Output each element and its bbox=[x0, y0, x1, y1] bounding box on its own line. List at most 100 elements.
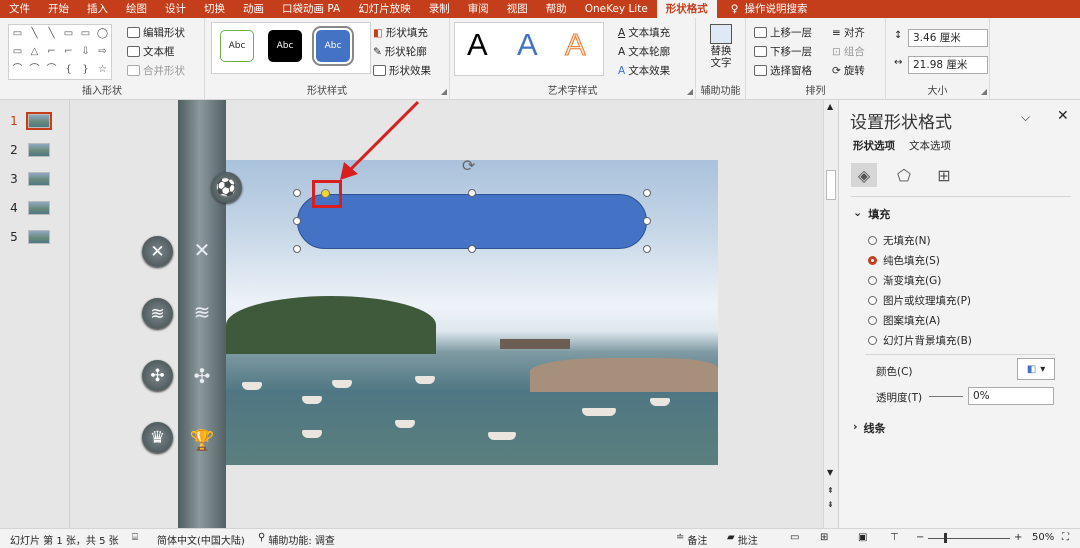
shape-item[interactable]: ⇨ bbox=[94, 43, 111, 61]
close-icon[interactable]: ✕ bbox=[1057, 108, 1069, 124]
rotation-handle-icon[interactable]: ⟳ bbox=[462, 156, 475, 175]
tab-text-options[interactable]: 文本选项 bbox=[909, 138, 951, 153]
resize-handle[interactable] bbox=[643, 189, 651, 197]
slide-thumbnail[interactable]: 1 bbox=[0, 110, 70, 132]
align-button[interactable]: ≡ 对齐 bbox=[832, 25, 865, 40]
slide-thumbnail[interactable]: 4 bbox=[0, 197, 70, 219]
shape-item[interactable]: ╲ bbox=[26, 25, 43, 43]
chevron-down-icon[interactable]: ⌵ bbox=[1021, 110, 1030, 125]
zoom-level[interactable]: 50% bbox=[1032, 532, 1054, 543]
tab-shape-format[interactable]: 形状格式 bbox=[656, 0, 717, 18]
tab-home[interactable]: 开始 bbox=[39, 0, 78, 18]
tab-design[interactable]: 设计 bbox=[156, 0, 195, 18]
slideshow-icon[interactable]: ⊤ bbox=[890, 532, 899, 543]
bring-forward-button[interactable]: 上移一层 bbox=[754, 25, 812, 40]
wordart-preset-orange[interactable]: A bbox=[565, 27, 587, 63]
tell-me-search[interactable]: ♀ 操作说明搜索 bbox=[717, 0, 808, 18]
tab-slideshow[interactable]: 幻灯片放映 bbox=[349, 0, 420, 18]
radio-no-fill[interactable]: 无填充(N) bbox=[868, 233, 931, 248]
resize-handle[interactable] bbox=[293, 189, 301, 197]
previous-slide-icon[interactable]: ⇞ bbox=[827, 486, 834, 495]
color-picker-button[interactable]: ◧ ▾ bbox=[1017, 358, 1055, 380]
spellcheck-icon[interactable]: ⌸ bbox=[132, 532, 138, 543]
slide-thumbnail[interactable]: 5 bbox=[0, 226, 70, 248]
radio-solid-fill[interactable]: 纯色填充(S) bbox=[868, 253, 940, 268]
wordart-preset-black[interactable]: A bbox=[467, 27, 488, 63]
shape-item[interactable]: { bbox=[60, 61, 77, 79]
shape-item[interactable]: ⌒ bbox=[9, 61, 26, 79]
shape-outline-button[interactable]: ✎ 形状轮廓 bbox=[373, 44, 427, 59]
layers-circle-icon[interactable]: ≋ bbox=[142, 298, 173, 329]
resize-handle[interactable] bbox=[293, 245, 301, 253]
resize-handle[interactable] bbox=[643, 245, 651, 253]
shape-item[interactable]: ⌐ bbox=[43, 43, 60, 61]
shape-fill-button[interactable]: ◧ 形状填充 bbox=[373, 25, 428, 40]
zoom-slider-thumb[interactable] bbox=[944, 533, 947, 543]
shape-item[interactable]: ⌐ bbox=[60, 43, 77, 61]
shape-item[interactable]: ╲ bbox=[43, 25, 60, 43]
tab-onekey[interactable]: OneKey Lite bbox=[576, 0, 657, 18]
tab-insert[interactable]: 插入 bbox=[78, 0, 117, 18]
tab-transitions[interactable]: 切换 bbox=[195, 0, 234, 18]
resize-handle[interactable] bbox=[643, 217, 651, 225]
shape-item[interactable]: ▭ bbox=[77, 25, 94, 43]
text-fill-button[interactable]: A 文本填充 bbox=[618, 25, 670, 40]
radio-pattern-fill[interactable]: 图案填充(A) bbox=[868, 313, 940, 328]
radio-gradient-fill[interactable]: 渐变填充(G) bbox=[868, 273, 941, 288]
style-preset-dark[interactable]: Abc bbox=[268, 30, 302, 62]
shape-item[interactable]: ▭ bbox=[9, 25, 26, 43]
transparency-slider[interactable] bbox=[929, 396, 963, 397]
puzzle-icon[interactable]: ✣ bbox=[178, 364, 226, 388]
dialog-launcher-icon[interactable]: ◢ bbox=[441, 87, 447, 96]
tab-record[interactable]: 录制 bbox=[420, 0, 459, 18]
transparency-input[interactable]: 0% bbox=[968, 387, 1054, 405]
tools-icon[interactable]: ✕ bbox=[178, 238, 226, 262]
size-properties-icon[interactable]: ⊞ bbox=[931, 163, 957, 187]
shape-gallery[interactable]: ▭ ╲ ╲ ▭ ▭ ◯ ▭ △ ⌐ ⌐ ⇩ ⇨ ⌒ ⌒ ⌒ { } ☆ bbox=[8, 24, 112, 80]
scrollbar-thumb[interactable] bbox=[826, 170, 836, 200]
shape-item[interactable]: ⌒ bbox=[43, 61, 60, 79]
dialog-launcher-icon[interactable]: ◢ bbox=[981, 87, 987, 96]
language-indicator[interactable]: 简体中文(中国大陆) bbox=[157, 532, 245, 547]
soccer-ball-icon[interactable]: ⚽ bbox=[211, 172, 242, 203]
puzzle-circle-icon[interactable]: ✣ bbox=[142, 360, 173, 391]
zoom-out-icon[interactable]: − bbox=[916, 532, 924, 543]
shape-item[interactable]: ▭ bbox=[9, 43, 26, 61]
rotate-button[interactable]: ⟳ 旋转 bbox=[832, 63, 865, 78]
slide-thumbnail[interactable]: 2 bbox=[0, 139, 70, 161]
layers-icon[interactable]: ≋ bbox=[178, 300, 226, 324]
fill-line-icon[interactable]: ◈ bbox=[851, 163, 877, 187]
scroll-up-icon[interactable]: ▲ bbox=[827, 102, 833, 111]
shape-item[interactable]: ▭ bbox=[60, 25, 77, 43]
normal-view-icon[interactable]: ▭ bbox=[790, 532, 799, 543]
zoom-in-icon[interactable]: + bbox=[1014, 532, 1022, 543]
tab-view[interactable]: 视图 bbox=[498, 0, 537, 18]
next-slide-icon[interactable]: ⇟ bbox=[827, 500, 834, 509]
zoom-slider[interactable] bbox=[928, 538, 1010, 539]
selected-rounded-rectangle[interactable] bbox=[297, 194, 647, 249]
style-preset-outline[interactable]: Abc bbox=[220, 30, 254, 62]
corner-radius-adjust-handle[interactable] bbox=[321, 189, 330, 198]
comments-button[interactable]: ▰ 批注 bbox=[727, 532, 758, 547]
resize-handle[interactable] bbox=[468, 245, 476, 253]
style-preset-blue[interactable]: Abc bbox=[312, 26, 354, 66]
shape-item[interactable]: ⇩ bbox=[77, 43, 94, 61]
tools-circle-icon[interactable]: ✕ bbox=[142, 236, 173, 267]
trophy-icon[interactable]: 🏆 bbox=[178, 428, 226, 452]
tab-help[interactable]: 帮助 bbox=[537, 0, 576, 18]
vertical-scrollbar[interactable]: ▲ ▼ ⇞ ⇟ bbox=[823, 100, 838, 528]
text-effects-button[interactable]: A 文本效果 bbox=[618, 63, 670, 78]
tab-review[interactable]: 审阅 bbox=[459, 0, 498, 18]
shape-item[interactable]: ☆ bbox=[94, 61, 111, 79]
reading-view-icon[interactable]: ▣ bbox=[858, 532, 867, 543]
merge-shapes-button[interactable]: 合并形状 bbox=[127, 63, 185, 78]
height-field[interactable]: 3.46 厘米 bbox=[908, 29, 988, 47]
text-box-button[interactable]: 文本框 bbox=[127, 44, 175, 59]
group-button[interactable]: ⊡ 组合 bbox=[832, 44, 865, 59]
shape-effects-button[interactable]: 形状效果 bbox=[373, 63, 431, 78]
tab-file[interactable]: 文件 bbox=[0, 0, 39, 18]
slide-canvas[interactable]: ⚽ ✕ ≋ ✣ 🏆 ✕ ≋ ✣ ♛ ⟳ bbox=[70, 100, 838, 528]
radio-picture-fill[interactable]: 图片或纹理填充(P) bbox=[868, 293, 971, 308]
notes-button[interactable]: ≐ 备注 bbox=[676, 532, 707, 547]
shape-item[interactable]: △ bbox=[26, 43, 43, 61]
